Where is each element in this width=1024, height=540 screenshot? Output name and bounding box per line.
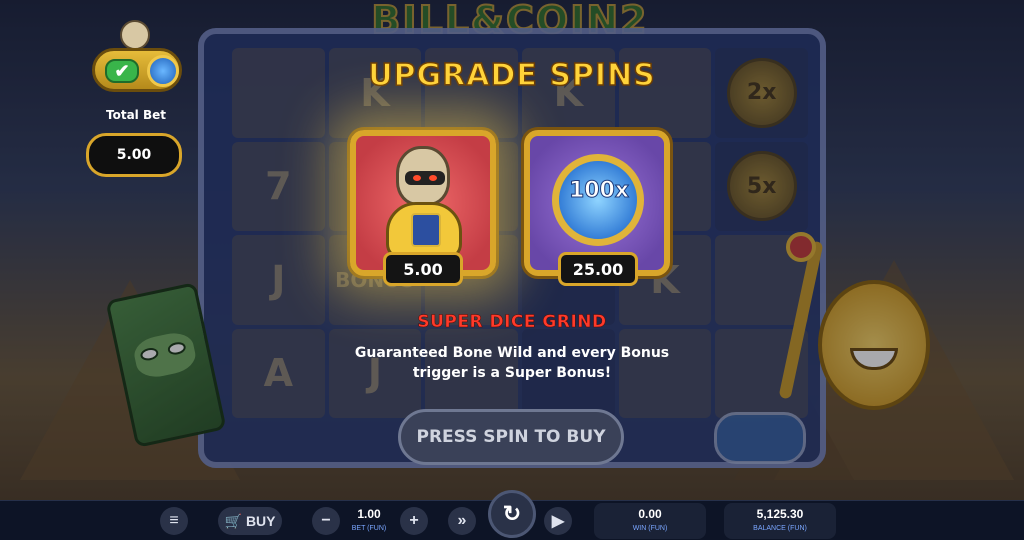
mummy-belt xyxy=(411,213,441,247)
menu-icon[interactable]: ≡ xyxy=(160,507,188,535)
toggle-knob xyxy=(147,55,179,87)
mummy-face xyxy=(405,171,445,185)
win-value: 0.00 xyxy=(638,507,662,521)
spin-button[interactable]: ↻ xyxy=(488,490,536,538)
multiplier-badge: 100x xyxy=(568,178,630,204)
total-bet-value: 5.00 xyxy=(86,133,182,177)
plus-icon[interactable]: + xyxy=(400,507,428,535)
buy-label: BUY xyxy=(245,513,276,529)
feature-description: Guaranteed Bone Wild and every Bonus tri… xyxy=(354,345,670,381)
fast-forward-icon[interactable]: » xyxy=(448,507,476,535)
balance-value: 5,125.30 xyxy=(756,507,804,521)
autoplay-icon[interactable]: ▶ xyxy=(544,507,572,535)
cart-icon: 🛒 xyxy=(224,512,242,529)
press-spin-to-buy-button[interactable]: PRESS SPIN TO BUY xyxy=(398,409,624,465)
bet-caption: BET (FUN) xyxy=(351,525,387,532)
upgrade-title: UPGRADE SPINS xyxy=(367,57,656,94)
upgrade-toggle[interactable]: ✔ xyxy=(92,48,182,92)
mummy-mini-icon xyxy=(120,20,150,50)
mummy-icon xyxy=(396,146,450,206)
win-caption: WIN (FUN) xyxy=(632,525,668,532)
multiplier-option-price[interactable]: 25.00 xyxy=(558,252,638,286)
check-icon: ✔ xyxy=(105,59,139,83)
feature-name: SUPER DICE GRIND xyxy=(417,312,607,333)
mummy-eye-left xyxy=(413,175,421,181)
total-bet-label: Total Bet xyxy=(106,108,166,122)
minus-icon[interactable]: − xyxy=(312,507,340,535)
mummy-option-price[interactable]: 5.00 xyxy=(383,252,463,286)
bet-value: 1.00 xyxy=(357,507,381,521)
buy-button[interactable]: 🛒 BUY xyxy=(218,507,282,535)
side-button[interactable] xyxy=(714,412,806,464)
balance-caption: BALANCE (FUN) xyxy=(753,525,807,532)
mummy-eye-right xyxy=(429,175,437,181)
